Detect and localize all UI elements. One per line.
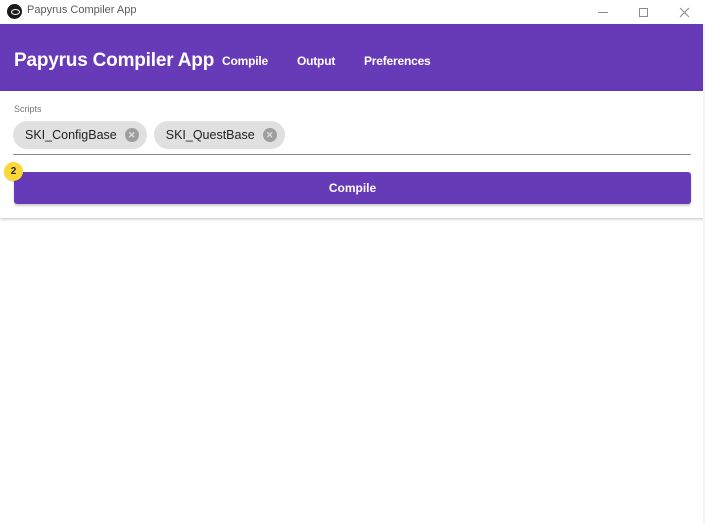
close-icon bbox=[679, 7, 689, 17]
script-count-badge: 2 bbox=[4, 162, 23, 181]
script-chip: SKI_ConfigBase ✕ bbox=[13, 121, 147, 149]
compile-button[interactable]: Compile bbox=[14, 172, 691, 204]
window-titlebar: Papyrus Compiler App bbox=[0, 0, 705, 24]
script-chip-label: SKI_ConfigBase bbox=[25, 128, 117, 142]
maximize-icon bbox=[638, 7, 648, 17]
minimize-icon bbox=[598, 11, 608, 13]
window-title: Papyrus Compiler App bbox=[27, 4, 137, 16]
nav-compile[interactable]: Compile bbox=[222, 54, 268, 68]
nav-output[interactable]: Output bbox=[297, 54, 335, 68]
scripts-chip-input[interactable]: SKI_ConfigBase ✕ SKI_QuestBase ✕ bbox=[13, 121, 285, 149]
scripts-label: Scripts bbox=[14, 104, 42, 114]
script-chip-label: SKI_QuestBase bbox=[165, 128, 255, 142]
nav-preferences[interactable]: Preferences bbox=[364, 54, 431, 68]
compile-card: Scripts SKI_ConfigBase ✕ SKI_QuestBase ✕… bbox=[0, 91, 705, 218]
app-title: Papyrus Compiler App bbox=[14, 50, 215, 71]
papyrus-app-icon bbox=[7, 4, 22, 19]
chip-remove-icon[interactable]: ✕ bbox=[262, 128, 277, 142]
chip-remove-icon[interactable]: ✕ bbox=[124, 128, 139, 142]
script-chip: SKI_QuestBase ✕ bbox=[153, 121, 285, 149]
app-bar: Papyrus Compiler App Compile Output Pref… bbox=[0, 24, 705, 91]
compile-button-label: Compile bbox=[328, 181, 377, 195]
minimize-button[interactable] bbox=[583, 0, 623, 24]
close-button[interactable] bbox=[664, 0, 704, 24]
maximize-button[interactable] bbox=[623, 0, 663, 24]
scripts-field-underline bbox=[13, 154, 691, 155]
